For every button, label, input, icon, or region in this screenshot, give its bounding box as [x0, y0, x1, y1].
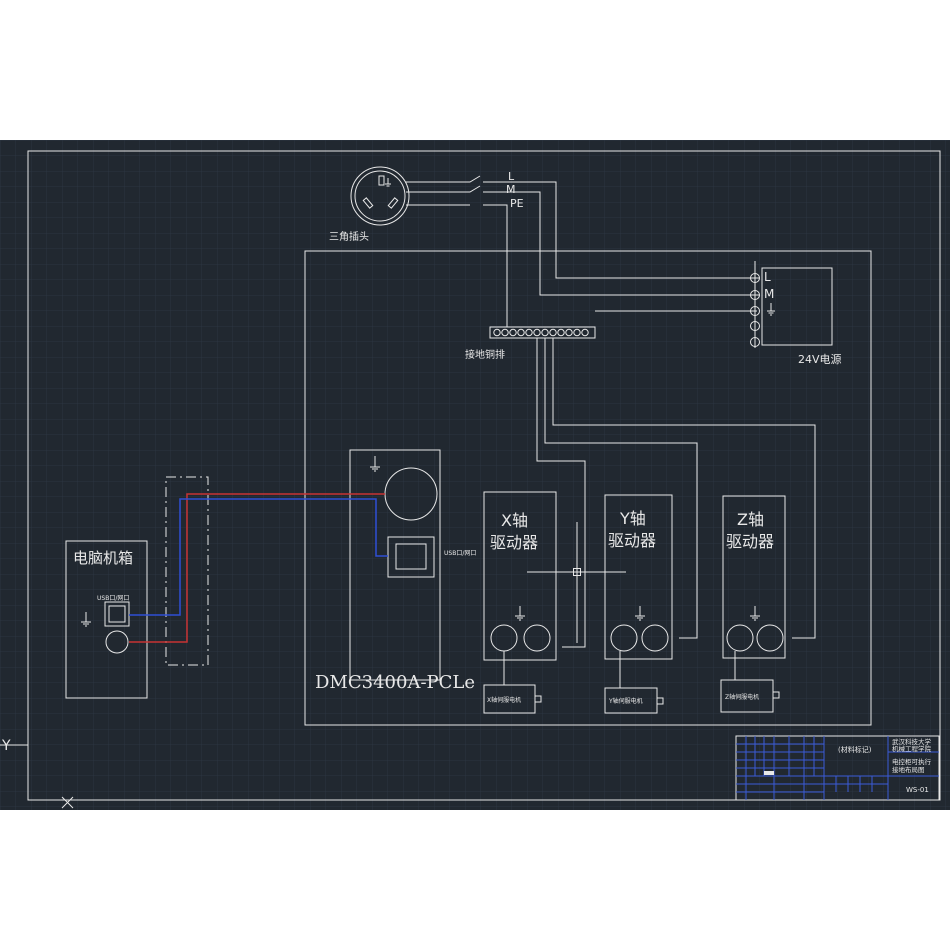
computer-usb-label: USB口/网口 — [97, 595, 129, 602]
y-driver-subtitle: 驱动器 — [608, 531, 656, 550]
x-motor-label: X轴伺服电机 — [487, 696, 521, 704]
wiring-diagram-canvas: L M PE 三角插头 L M 24V电源 接地铜排 USB口/网口 DMC34… — [0, 140, 950, 810]
drawing-grid — [0, 140, 950, 810]
controller-usb-label: USB口/网口 — [444, 550, 476, 557]
z-driver-title: Z轴 — [737, 510, 764, 529]
x-driver-title: X轴 — [501, 511, 528, 530]
z-driver-subtitle: 驱动器 — [726, 532, 774, 551]
psu-title: 24V电源 — [798, 352, 842, 366]
x-driver-subtitle: 驱动器 — [490, 533, 538, 552]
psu-label-L: L — [764, 270, 771, 284]
plug-label: 三角插头 — [329, 230, 369, 243]
tb-drawing-line2: 接地布局图 — [892, 765, 925, 774]
tb-drawing-no: WS-01 — [906, 786, 929, 794]
controller-name: DMC3400A-PCLe — [315, 672, 475, 693]
label-PE: PE — [510, 197, 524, 210]
psu-label-M: M — [764, 287, 774, 301]
tb-org-line2: 机械工程学院 — [892, 744, 932, 753]
label-M: M — [506, 183, 516, 196]
computer-label: 电脑机箱 — [73, 549, 133, 567]
tb-drawing-line1: 电控柜可执行 — [892, 757, 932, 766]
y-driver-title: Y轴 — [619, 509, 646, 528]
y-motor-label: Y轴伺服电机 — [608, 697, 643, 705]
axis-y-label: Y — [1, 738, 11, 754]
label-L: L — [508, 170, 515, 183]
ground-bar-label: 接地铜排 — [465, 348, 505, 361]
z-motor-label: Z轴伺服电机 — [725, 693, 759, 701]
tb-material: (材料标记) — [838, 745, 872, 754]
